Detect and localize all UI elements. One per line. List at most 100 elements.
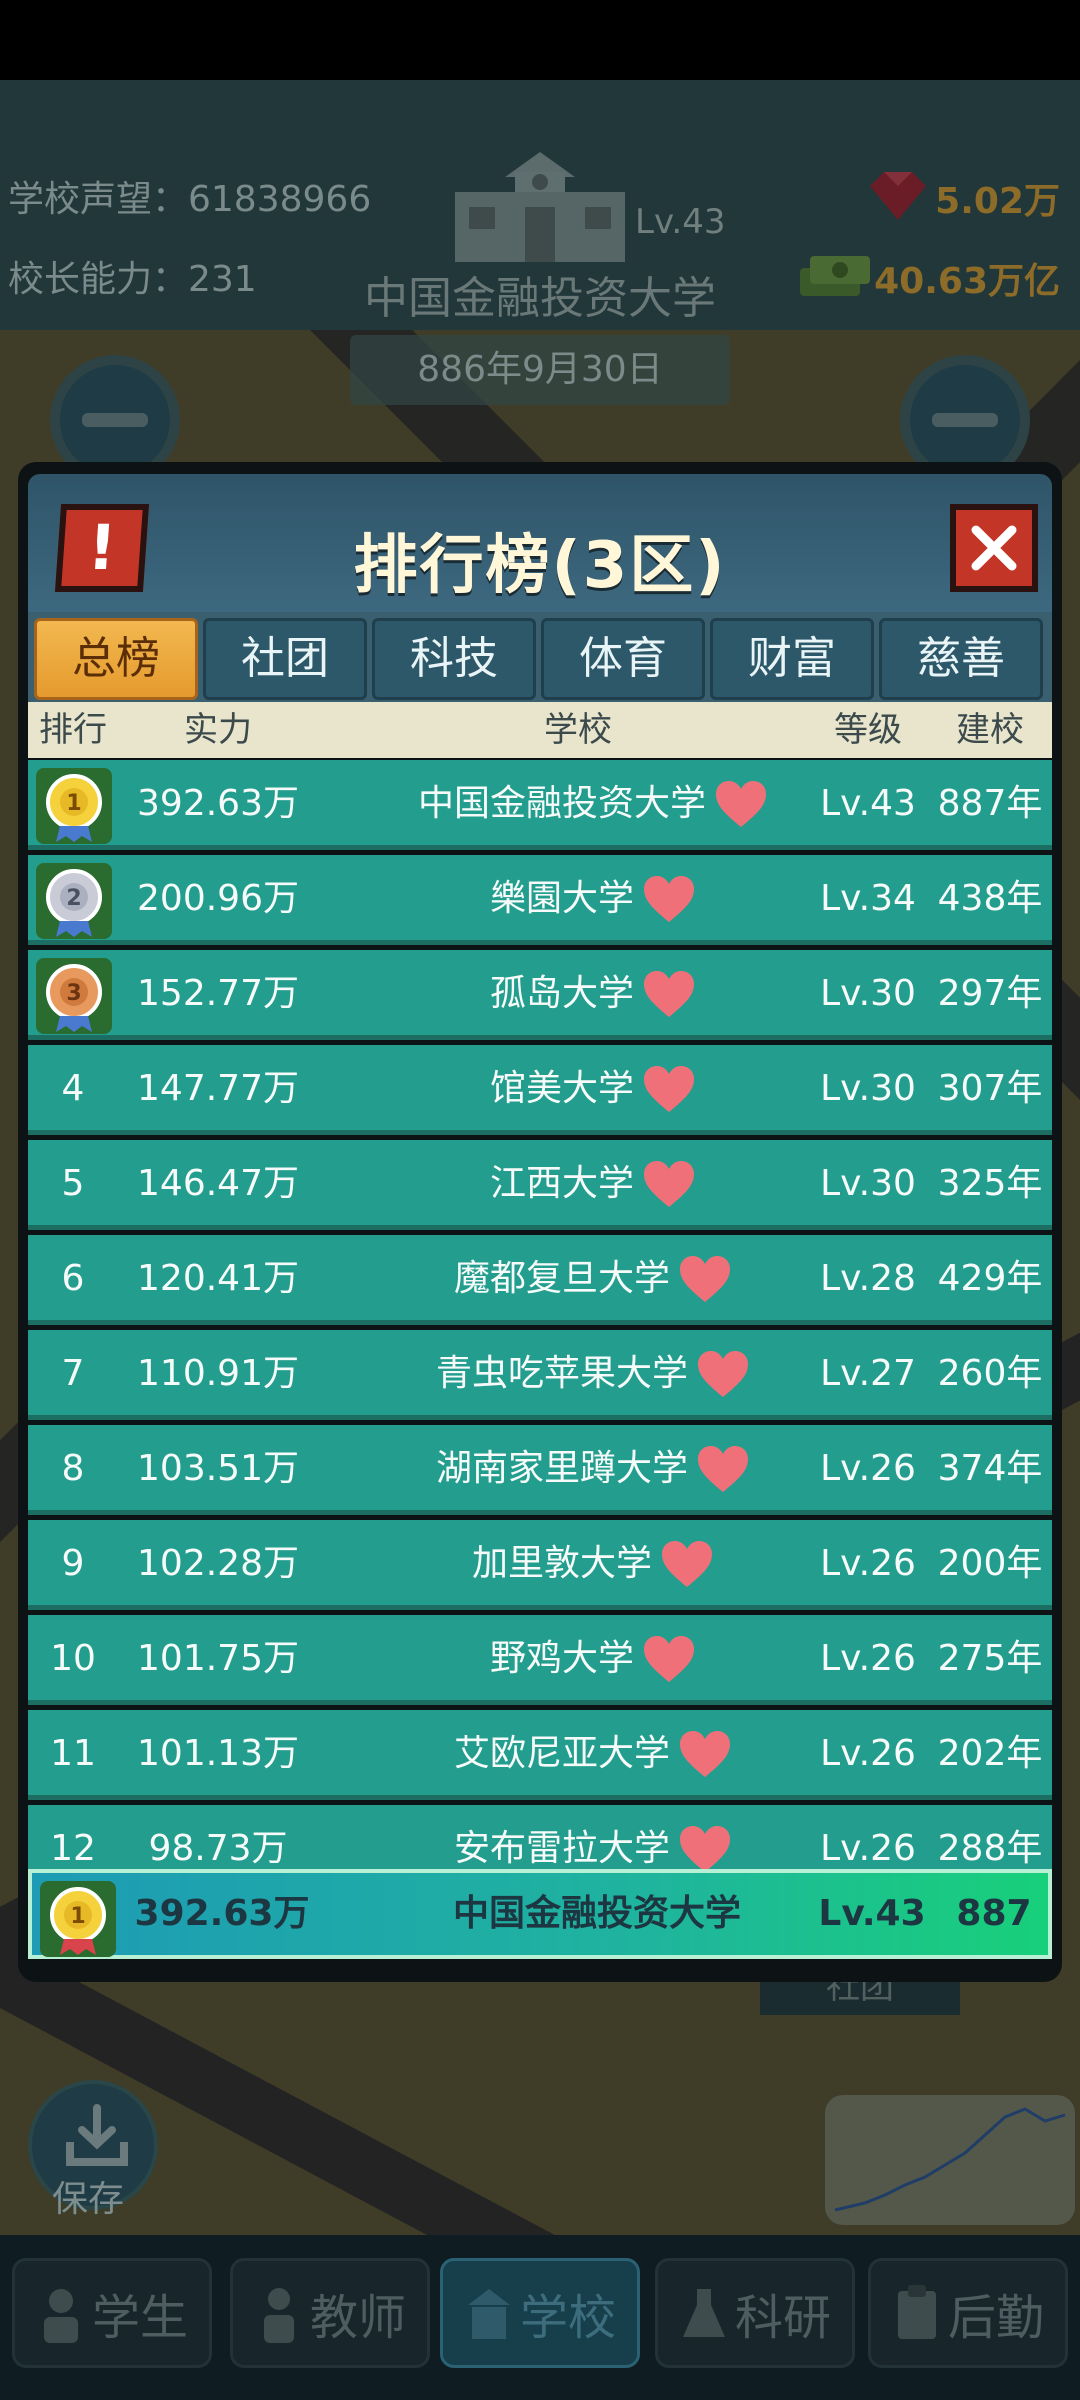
school-name: 樂園大学 <box>489 878 634 919</box>
ranking-row[interactable]: 11 101.13万 艾欧尼亚大学 Lv.26 202年 <box>28 1710 1052 1800</box>
col-rank: 排行 <box>39 710 107 750</box>
nav-teachers[interactable]: 教师 <box>230 2258 430 2368</box>
modal-title: 排行榜(3区) <box>353 529 727 603</box>
heart-icon[interactable] <box>642 1064 696 1114</box>
school-founded: 275年 <box>937 1638 1043 1679</box>
school-level: Lv.30 <box>820 1163 916 1204</box>
tab-sports[interactable]: 体育 <box>541 618 705 700</box>
my-school-name: 中国金融投资大学 <box>452 1893 741 1934</box>
my-school-row: 1 392.63万 中国金融投资大学 Lv.43 887 <box>28 1869 1052 1959</box>
ranking-row[interactable]: 8 103.51万 湖南家里蹲大学 Lv.26 374年 <box>28 1425 1052 1515</box>
svg-text:1: 1 <box>66 791 81 816</box>
heart-icon[interactable] <box>642 874 696 924</box>
nav-teachers-label: 教师 <box>309 2290 406 2346</box>
gem-count: 5.02万 <box>935 181 1060 222</box>
school-cell: 艾欧尼亚大学 <box>308 1710 878 1798</box>
col-founded: 建校 <box>956 710 1024 750</box>
school-power: 101.75万 <box>137 1638 299 1679</box>
column-header: 排行 实力 学校 等级 建校 <box>28 702 1052 758</box>
school-power: 152.77万 <box>137 973 299 1014</box>
rank-number: 4 <box>61 1068 85 1109</box>
school-founded: 429年 <box>937 1258 1043 1299</box>
nav-logistics[interactable]: 后勤 <box>868 2258 1068 2368</box>
school-level: Lv.30 <box>820 973 916 1014</box>
heart-icon[interactable] <box>642 1159 696 1209</box>
school-founded: 325年 <box>937 1163 1043 1204</box>
col-school: 学校 <box>544 710 612 750</box>
school-power: 200.96万 <box>137 878 299 919</box>
rank-number: 6 <box>61 1258 85 1299</box>
game-date: 886年9月30日 <box>350 335 730 405</box>
school-level: Lv.28 <box>820 1258 916 1299</box>
my-school-founded: 887 <box>956 1893 1032 1934</box>
heart-icon[interactable] <box>696 1444 750 1494</box>
nav-students[interactable]: 学生 <box>12 2258 212 2368</box>
heart-icon[interactable] <box>678 1254 732 1304</box>
ranking-row[interactable]: 4 147.77万 馆美大学 Lv.30 307年 <box>28 1045 1052 1135</box>
flask-icon <box>682 2289 725 2337</box>
trend-line-icon <box>834 2107 1066 2212</box>
info-button[interactable]: ! <box>54 504 150 592</box>
heart-icon[interactable] <box>660 1539 714 1589</box>
my-school-power: 392.63万 <box>134 1893 310 1934</box>
school-level: Lv.26 <box>820 1638 916 1679</box>
svg-text:2: 2 <box>66 886 81 911</box>
ranking-row[interactable]: 10 101.75万 野鸡大学 Lv.26 275年 <box>28 1615 1052 1705</box>
tab-overall[interactable]: 总榜 <box>34 618 198 700</box>
nav-school[interactable]: 学校 <box>440 2258 640 2368</box>
tab-club[interactable]: 社团 <box>203 618 367 700</box>
teacher-icon <box>263 2288 294 2343</box>
close-button[interactable] <box>950 504 1038 592</box>
school-founded: 438年 <box>937 878 1043 919</box>
ranking-row[interactable]: 3 152.77万 孤岛大学 Lv.30 297年 <box>28 950 1052 1040</box>
ranking-row[interactable]: 7 110.91万 青虫吃苹果大学 Lv.27 260年 <box>28 1330 1052 1420</box>
gold-medal-icon: 1 <box>36 768 112 844</box>
heart-icon[interactable] <box>642 1634 696 1684</box>
school-cell: 江西大学 <box>308 1140 878 1228</box>
ranking-row[interactable]: 1 392.63万 中国金融投资大学 Lv.43 887年 <box>28 760 1052 850</box>
nav-research-label: 科研 <box>734 2290 831 2346</box>
heart-icon[interactable] <box>696 1349 750 1399</box>
school-level: Lv.43 <box>635 202 726 242</box>
exclamation-icon: ! <box>85 511 119 584</box>
col-power: 实力 <box>184 710 252 750</box>
tab-tech[interactable]: 科技 <box>372 618 536 700</box>
school-power: 101.13万 <box>137 1733 299 1774</box>
gold-medal-icon: 1 <box>40 1881 116 1957</box>
school-founded: 260年 <box>937 1353 1043 1394</box>
heart-icon[interactable] <box>678 1729 732 1779</box>
rank-number: 5 <box>61 1163 85 1204</box>
svg-text:3: 3 <box>66 981 81 1006</box>
ranking-row[interactable]: 9 102.28万 加里敦大学 Lv.26 200年 <box>28 1520 1052 1610</box>
nav-students-label: 学生 <box>91 2290 188 2346</box>
school-cell: 孤岛大学 <box>308 950 878 1038</box>
rank-number: 11 <box>50 1733 96 1774</box>
school-cell: 青虫吃苹果大学 <box>308 1330 878 1418</box>
heart-icon[interactable] <box>642 969 696 1019</box>
school-name: 江西大学 <box>489 1163 634 1204</box>
heart-icon[interactable] <box>678 1824 732 1874</box>
silver-medal-icon: 2 <box>36 863 112 939</box>
tab-charity[interactable]: 慈善 <box>879 618 1043 700</box>
trend-chart-widget[interactable] <box>825 2095 1075 2225</box>
cash-count: 40.63万亿 <box>874 261 1060 302</box>
tab-wealth[interactable]: 财富 <box>710 618 874 700</box>
heart-icon[interactable] <box>714 779 768 829</box>
school-name: 野鸡大学 <box>489 1638 634 1679</box>
save-label: 保存 <box>52 2179 125 2220</box>
col-level: 等级 <box>834 710 902 750</box>
school-power: 103.51万 <box>137 1448 299 1489</box>
bronze-medal-icon: 3 <box>36 958 112 1034</box>
rank-number: 10 <box>50 1638 96 1679</box>
modal-header: 排行榜(3区) ! <box>28 474 1052 614</box>
school-level: Lv.43 <box>820 783 916 824</box>
nav-research[interactable]: 科研 <box>655 2258 855 2368</box>
leaderboard-modal: 排行榜(3区) ! 总榜 社团 科技 体育 财富 慈善 排行 实力 学校 等级 … <box>18 462 1062 1982</box>
status-bar <box>0 0 1080 80</box>
school-founded: 374年 <box>937 1448 1043 1489</box>
ranking-row[interactable]: 5 146.47万 江西大学 Lv.30 325年 <box>28 1140 1052 1230</box>
ranking-row[interactable]: 2 200.96万 樂園大学 Lv.34 438年 <box>28 855 1052 945</box>
school-founded: 307年 <box>937 1068 1043 1109</box>
ranking-row[interactable]: 6 120.41万 魔都复旦大学 Lv.28 429年 <box>28 1235 1052 1325</box>
school-building-icon <box>455 152 625 262</box>
